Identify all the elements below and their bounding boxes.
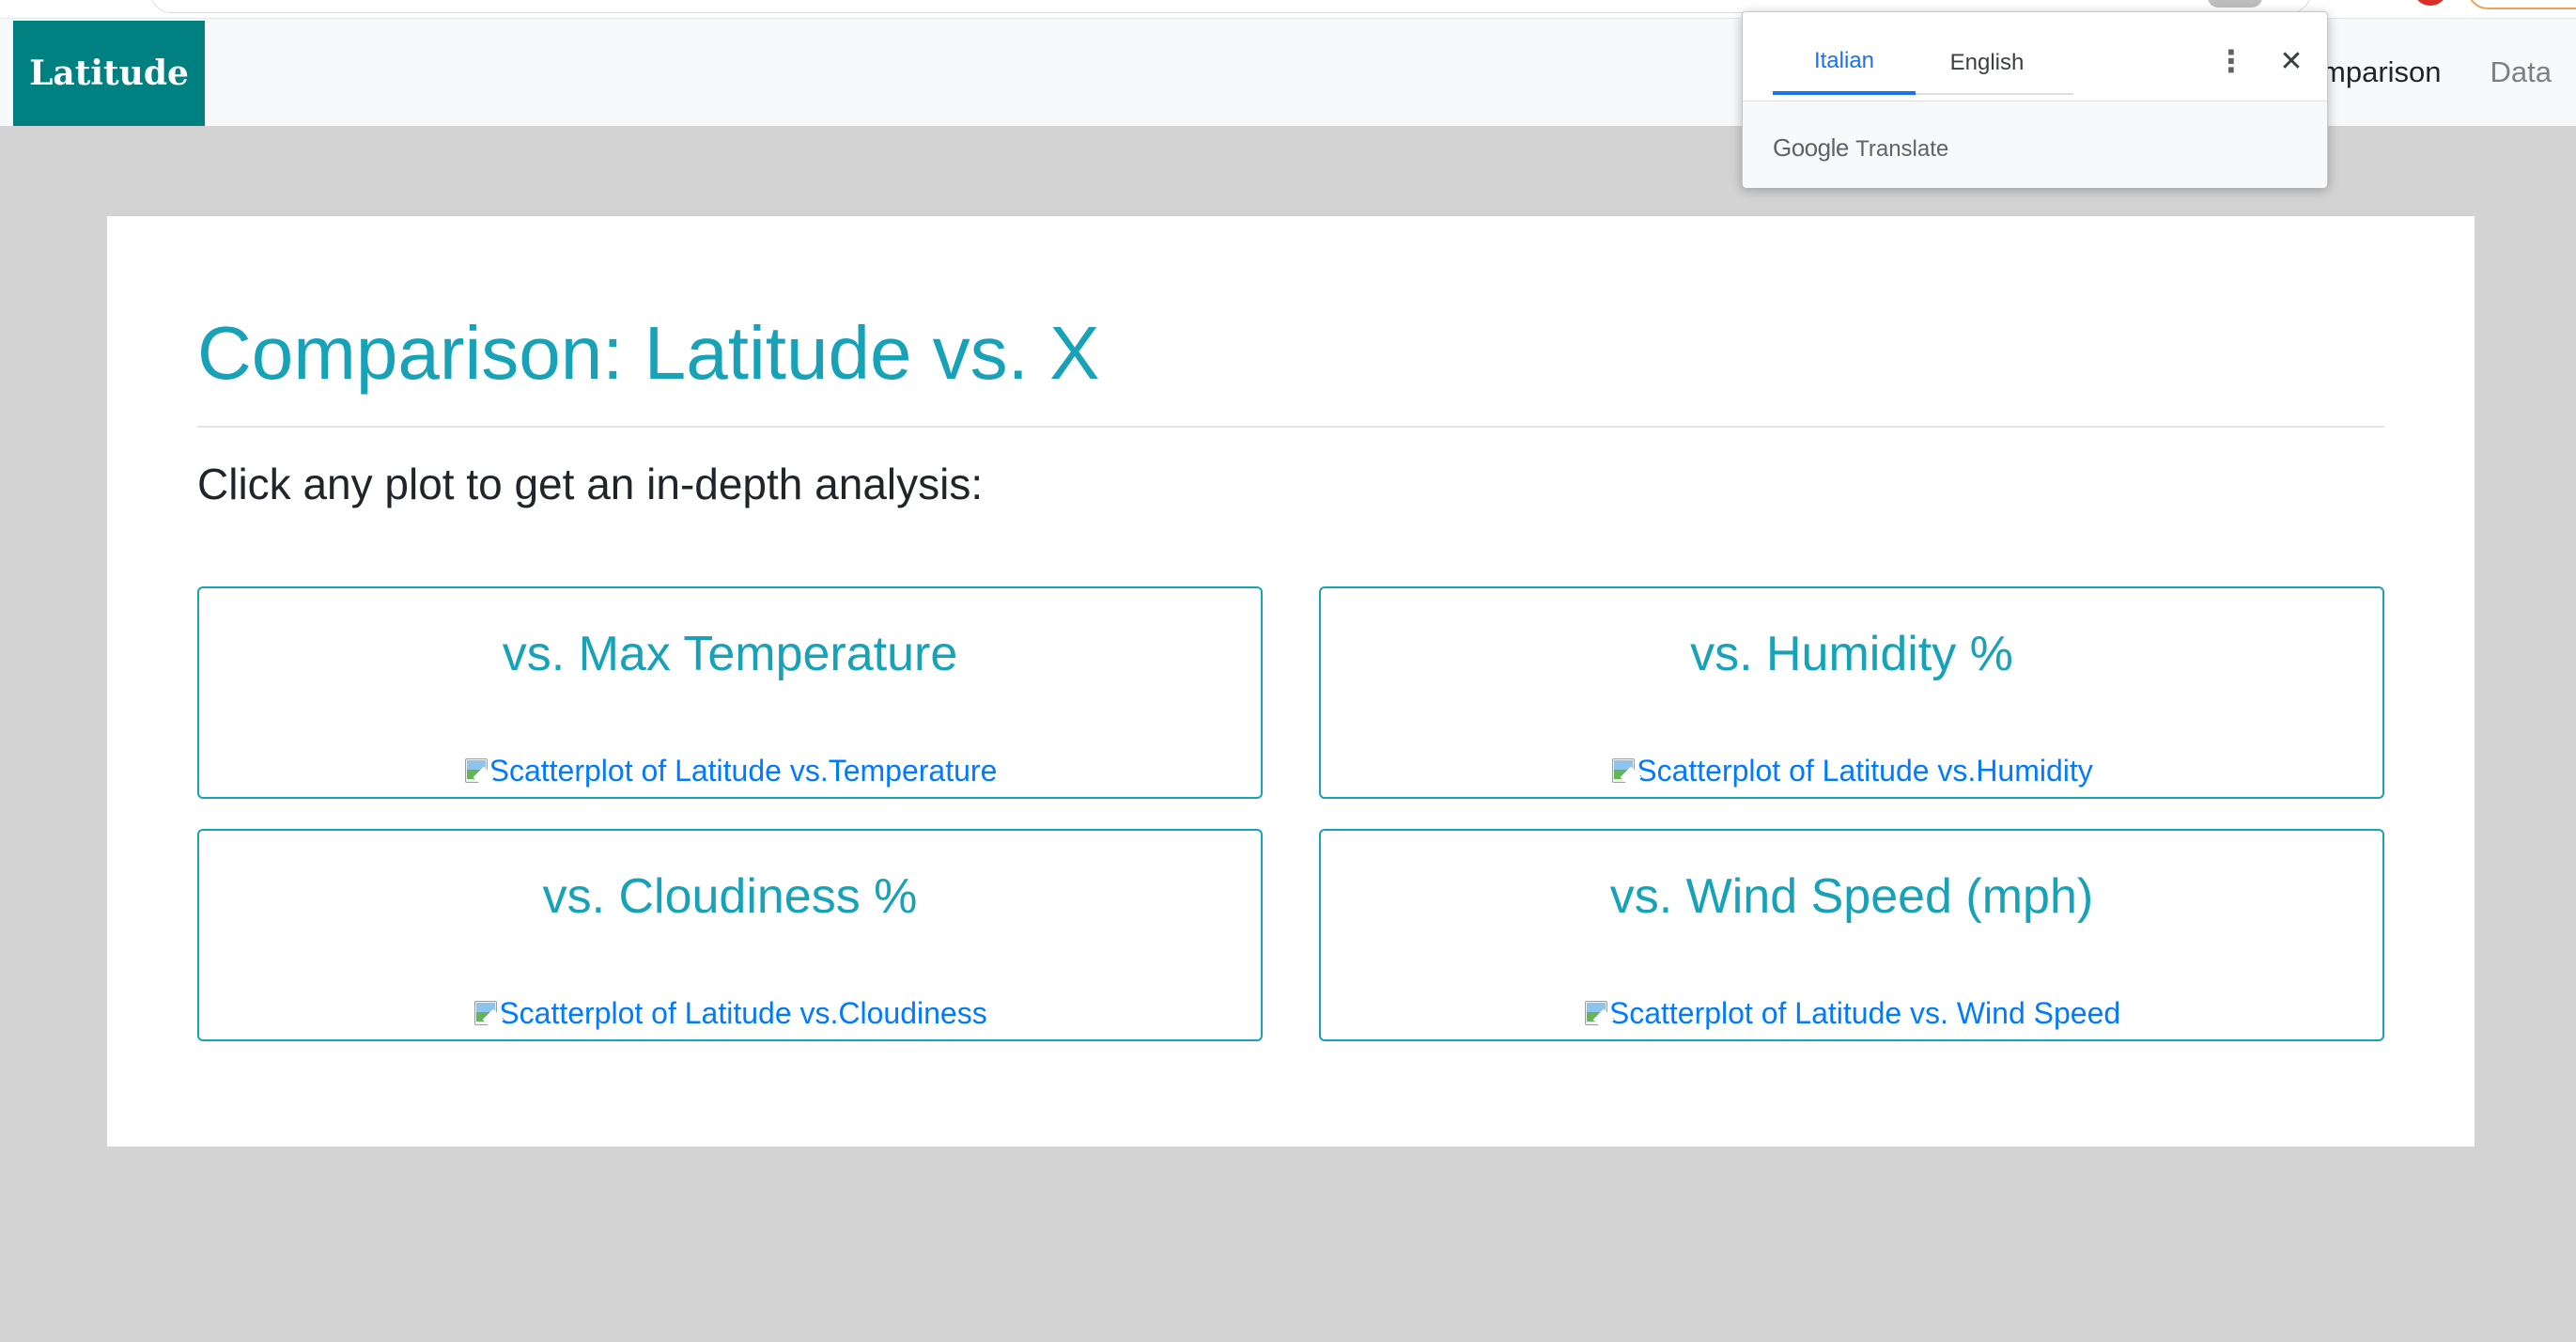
broken-image-icon: [463, 757, 494, 788]
title-divider: [197, 426, 2384, 428]
main-content: Comparison: Latitude vs. X Click any plo…: [107, 216, 2475, 1147]
google-translate-logo: Google Translate: [1773, 133, 1948, 163]
browser-menu-button[interactable]: [2467, 0, 2576, 9]
instruction-text: Click any plot to get an in-depth analys…: [197, 460, 984, 508]
google-translate-popup: Italian English ⋮ ✕ Google Translate: [1742, 11, 2328, 188]
image-alt-text: Scatterplot of Latitude vs.Humidity: [1637, 754, 2093, 788]
scatterplot-image-link[interactable]: Scatterplot of Latitude vs.Humidity: [1321, 754, 2382, 788]
translate-language-tabs: Italian English: [1773, 31, 2073, 95]
translate-footer: Google Translate: [1743, 101, 2327, 188]
image-alt-text: Scatterplot of Latitude vs.Temperature: [489, 754, 998, 788]
image-alt-text: Scatterplot of Latitude vs.Cloudiness: [499, 996, 987, 1030]
broken-image-icon: [1610, 757, 1642, 788]
card-title: vs. Cloudiness %: [542, 869, 918, 924]
card-title: vs. Max Temperature: [502, 627, 958, 681]
plot-card-humidity[interactable]: vs. Humidity % Scatterplot of Latitude v…: [1319, 586, 2384, 799]
close-icon[interactable]: ✕: [2269, 39, 2314, 84]
image-alt-text: Scatterplot of Latitude vs. Wind Speed: [1608, 996, 2121, 1030]
navbar-brand[interactable]: Latitude: [13, 21, 205, 126]
broken-image-icon: [473, 999, 504, 1031]
translate-logo-text: Translate: [1855, 136, 1949, 162]
nav-link-data[interactable]: Data: [2466, 55, 2576, 89]
scatterplot-image-link[interactable]: Scatterplot of Latitude vs.Cloudiness: [199, 996, 1261, 1031]
extension-icon[interactable]: [2208, 0, 2262, 8]
google-logo-text: Google: [1773, 133, 1849, 162]
tab-italian[interactable]: Italian: [1773, 31, 1916, 95]
page-title: Comparison: Latitude vs. X: [197, 311, 1100, 395]
card-title: vs. Wind Speed (mph): [1609, 869, 2094, 924]
plot-card-cloudiness[interactable]: vs. Cloudiness % Scatterplot of Latitude…: [197, 829, 1263, 1041]
broken-image-icon: [1583, 999, 1615, 1031]
plot-card-wind-speed[interactable]: vs. Wind Speed (mph) Scatterplot of Lati…: [1319, 829, 2384, 1041]
more-options-icon[interactable]: ⋮: [2209, 39, 2254, 84]
nav-links: mparison Data: [2297, 19, 2576, 126]
card-title: vs. Humidity %: [1690, 627, 2013, 681]
plot-card-max-temperature[interactable]: vs. Max Temperature Scatterplot of Latit…: [197, 586, 1263, 799]
tab-english[interactable]: English: [1916, 31, 2058, 95]
scatterplot-image-link[interactable]: Scatterplot of Latitude vs.Temperature: [199, 754, 1261, 788]
profile-avatar-icon[interactable]: [2414, 0, 2446, 6]
scatterplot-image-link[interactable]: Scatterplot of Latitude vs. Wind Speed: [1321, 996, 2382, 1031]
